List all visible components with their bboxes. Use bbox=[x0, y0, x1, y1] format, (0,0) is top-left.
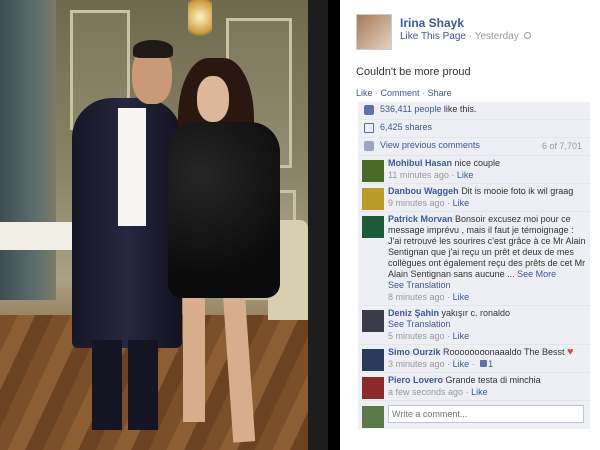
commenter-avatar[interactable] bbox=[362, 349, 384, 371]
view-previous-comments-link[interactable]: View previous comments bbox=[380, 140, 480, 150]
comment-text: nice couple bbox=[454, 158, 501, 168]
see-translation-link[interactable]: See Translation bbox=[388, 319, 586, 330]
comment-timestamp[interactable]: 11 minutes ago bbox=[388, 170, 449, 180]
man-hair bbox=[133, 40, 173, 58]
thumbs-up-icon bbox=[364, 105, 374, 115]
likes-suffix: like this. bbox=[443, 104, 477, 114]
comment-like-button[interactable]: Like bbox=[453, 331, 470, 341]
commenter-name[interactable]: Danbou Waggeh bbox=[388, 186, 459, 196]
comment-timestamp[interactable]: 9 minutes ago bbox=[388, 198, 445, 208]
woman-face bbox=[197, 76, 229, 122]
comment-item: Mohibul Hasan nice couple 11 minutes ago… bbox=[358, 156, 590, 184]
comment-separator: · bbox=[451, 170, 455, 180]
post-sidebar: Irina Shayk Like This Page · Yesterday C… bbox=[340, 0, 600, 450]
comment-item: Deniz Şahin yakışır c. ronaldo See Trans… bbox=[358, 306, 590, 345]
comment-separator: · bbox=[447, 292, 451, 302]
feedback-box: 536,411 people like this. 6,425 shares V… bbox=[358, 102, 590, 156]
man-shirt bbox=[118, 108, 146, 226]
post-photo[interactable] bbox=[0, 0, 328, 450]
post-timestamp[interactable]: Yesterday bbox=[475, 31, 519, 42]
woman-dress bbox=[168, 122, 280, 298]
commenter-name[interactable]: Mohibul Hasan bbox=[388, 158, 452, 168]
action-separator: · bbox=[422, 88, 426, 98]
comment-item: Patrick Morvan Bonsoir excusez moi pour … bbox=[358, 212, 590, 306]
comment-timestamp[interactable]: 8 minutes ago bbox=[388, 292, 445, 302]
comment-like-button[interactable]: Like bbox=[453, 359, 470, 369]
comment-text: Grande testa di minchia bbox=[445, 375, 541, 385]
commenter-name[interactable]: Simo Ourzik bbox=[388, 347, 441, 357]
commenter-name[interactable]: Deniz Şahin bbox=[388, 308, 439, 318]
write-comment-row bbox=[358, 401, 590, 429]
meta-separator: · bbox=[468, 31, 473, 42]
comment-timestamp[interactable]: a few seconds ago bbox=[388, 387, 463, 397]
commenter-name[interactable]: Piero Lovero bbox=[388, 375, 443, 385]
photo-edge bbox=[308, 0, 328, 450]
comment-like-button[interactable]: Like bbox=[457, 170, 474, 180]
likes-count-link[interactable]: 536,411 people bbox=[380, 104, 441, 114]
comment-text: Roooooooonaaaldo The Besst bbox=[443, 347, 565, 357]
commenter-avatar[interactable] bbox=[362, 310, 384, 332]
comment-separator: · bbox=[447, 331, 451, 341]
comment-text: Dit is mooie foto ik wil graag bbox=[461, 186, 574, 196]
comment-item: Simo Ourzik Roooooooonaaaldo The Besst ♥… bbox=[358, 345, 590, 373]
globe-icon bbox=[523, 32, 531, 39]
wall-background bbox=[0, 0, 56, 300]
comment-item: Piero Lovero Grande testa di minchia a f… bbox=[358, 373, 590, 401]
current-user-avatar bbox=[362, 406, 384, 428]
comment-list: Mohibul Hasan nice couple 11 minutes ago… bbox=[358, 156, 590, 429]
owner-avatar[interactable] bbox=[356, 14, 392, 50]
shares-count-link[interactable]: 6,425 shares bbox=[380, 122, 432, 132]
wall-lamp bbox=[188, 0, 212, 42]
commenter-avatar[interactable] bbox=[362, 188, 384, 210]
comment-separator: · bbox=[471, 359, 475, 369]
thumbs-up-icon bbox=[480, 360, 488, 367]
commenter-avatar[interactable] bbox=[362, 377, 384, 399]
comment-like-button[interactable]: Like bbox=[471, 387, 488, 397]
comment-separator: · bbox=[447, 359, 451, 369]
see-translation-link[interactable]: See Translation bbox=[388, 280, 586, 291]
commenter-name[interactable]: Patrick Morvan bbox=[388, 214, 453, 224]
commenter-avatar[interactable] bbox=[362, 216, 384, 238]
owner-name[interactable]: Irina Shayk bbox=[400, 16, 464, 30]
likes-summary: 536,411 people like this. bbox=[358, 102, 590, 120]
post-meta: Like This Page · Yesterday bbox=[400, 31, 531, 42]
commenter-avatar[interactable] bbox=[362, 160, 384, 182]
see-more-link[interactable]: See More bbox=[517, 269, 556, 279]
side-table bbox=[0, 222, 72, 250]
man-leg bbox=[92, 340, 122, 430]
comment-timestamp[interactable]: 5 minutes ago bbox=[388, 331, 445, 341]
post-caption: Couldn't be more proud bbox=[356, 66, 471, 78]
man-leg bbox=[128, 340, 158, 430]
comment-item: Danbou Waggeh Dit is mooie foto ik wil g… bbox=[358, 184, 590, 212]
comment-like-count[interactable]: 1 bbox=[488, 359, 493, 369]
like-button[interactable]: Like bbox=[356, 88, 373, 98]
comment-like-button[interactable]: Like bbox=[453, 292, 470, 302]
comment-timestamp[interactable]: 3 minutes ago bbox=[388, 359, 445, 369]
action-separator: · bbox=[375, 88, 379, 98]
comment-icon bbox=[364, 141, 374, 151]
comment-count: 6 of 7,701 bbox=[541, 141, 582, 151]
like-page-link[interactable]: Like This Page bbox=[400, 31, 466, 42]
comment-separator: · bbox=[447, 198, 451, 208]
share-icon bbox=[364, 123, 374, 133]
comment-text: yakışır c. ronaldo bbox=[441, 308, 511, 318]
shares-summary: 6,425 shares bbox=[358, 120, 590, 138]
heart-emoji-icon: ♥ bbox=[566, 346, 574, 358]
woman-leg bbox=[183, 292, 205, 422]
post-actions: Like · Comment · Share bbox=[356, 88, 452, 98]
comment-button[interactable]: Comment bbox=[381, 88, 420, 98]
comment-separator: · bbox=[465, 387, 469, 397]
comment-like-button[interactable]: Like bbox=[453, 198, 470, 208]
previous-comments-row: View previous comments 6 of 7,701 bbox=[358, 138, 590, 156]
share-button[interactable]: Share bbox=[428, 88, 452, 98]
comment-input[interactable] bbox=[388, 405, 584, 423]
